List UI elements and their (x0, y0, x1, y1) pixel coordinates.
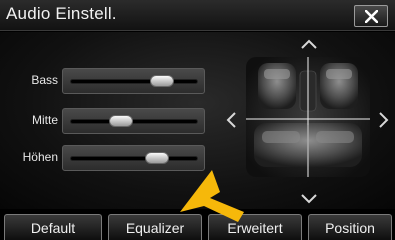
arrow-right-icon[interactable] (379, 112, 389, 128)
arrow-down-icon[interactable] (301, 194, 317, 204)
close-button[interactable] (354, 5, 388, 27)
slider-label-hoehen: Höhen (22, 150, 58, 164)
audio-settings-screen: Audio Einstell. Bass Mitte Höhen Default… (0, 0, 395, 240)
slider-label-mitte: Mitte (31, 113, 58, 127)
page-title: Audio Einstell. (6, 4, 117, 23)
slider-panel-bass (62, 68, 205, 94)
close-icon (365, 10, 378, 23)
title-bar: Audio Einstell. (0, 0, 395, 31)
slider-track-hoehen[interactable] (70, 156, 198, 161)
slider-panel-mitte (62, 108, 205, 134)
slider-knob-hoehen[interactable] (145, 152, 170, 164)
slider-row-mitte: Mitte (0, 108, 210, 134)
slider-knob-mitte[interactable] (109, 115, 134, 127)
car-interior-image (246, 57, 370, 177)
slider-label-bass: Bass (31, 73, 58, 87)
tab-default[interactable]: Default (4, 214, 102, 240)
balance-fader-area[interactable] (246, 57, 370, 177)
slider-track-mitte[interactable] (70, 119, 198, 124)
slider-track-bass[interactable] (70, 79, 198, 84)
arrow-up-icon[interactable] (301, 39, 317, 49)
arrow-left-icon[interactable] (226, 112, 236, 128)
pointer-arrow-icon (180, 170, 244, 222)
slider-row-bass: Bass (0, 68, 210, 94)
tab-position[interactable]: Position (308, 214, 392, 240)
slider-knob-bass[interactable] (150, 75, 175, 87)
